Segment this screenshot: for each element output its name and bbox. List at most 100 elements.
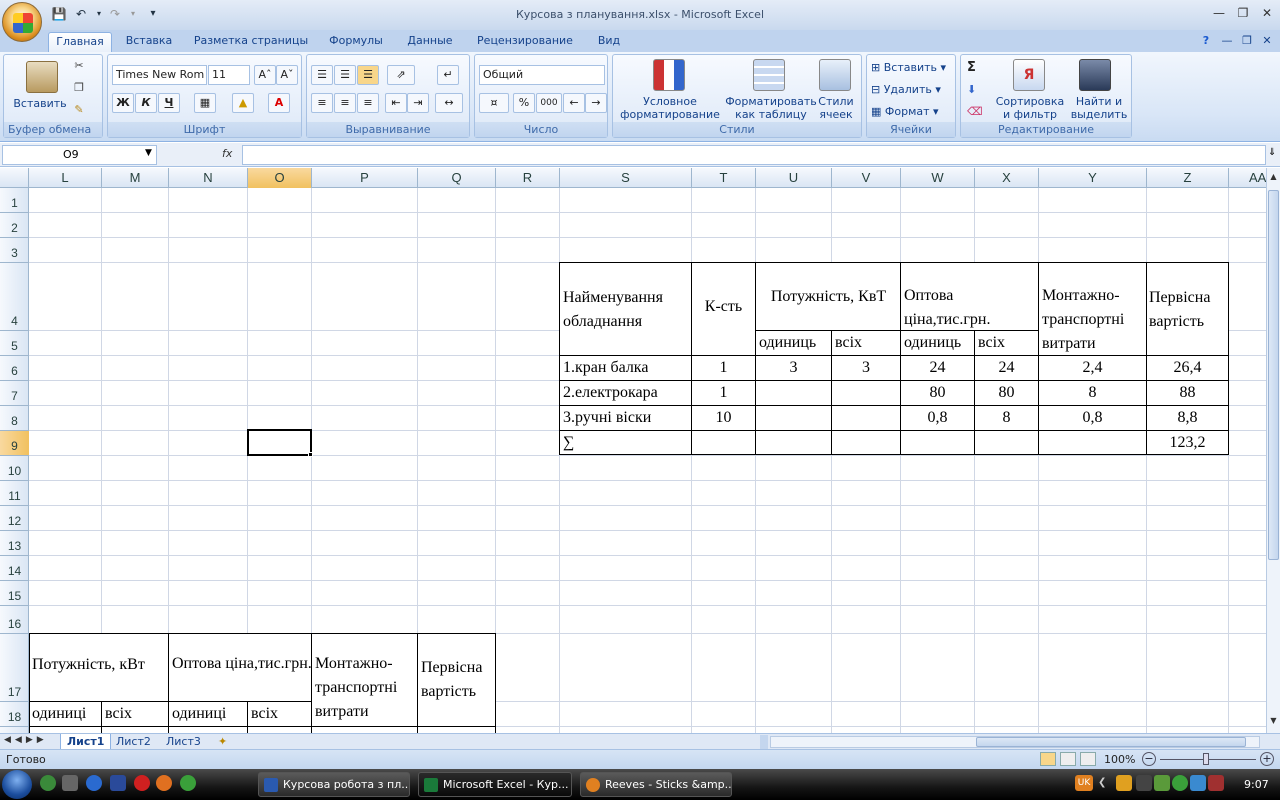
table-cell[interactable]: 8	[975, 409, 1038, 427]
vertical-scroll-thumb[interactable]	[1268, 190, 1279, 560]
format-painter-icon[interactable]: ✎	[68, 103, 90, 116]
table-total-value[interactable]: 123,2	[1147, 434, 1228, 452]
currency-icon[interactable]: ¤	[479, 93, 509, 113]
column-header[interactable]: N	[169, 168, 248, 188]
table-cell[interactable]: 10	[692, 409, 755, 427]
column-header[interactable]: W	[901, 168, 975, 188]
table-cell[interactable]: 2.електрокара	[563, 384, 658, 402]
tab-split-handle[interactable]	[760, 735, 768, 749]
formula-input[interactable]	[242, 145, 1266, 165]
quicklaunch-opera-icon[interactable]	[134, 775, 150, 791]
column-header[interactable]: V	[832, 168, 901, 188]
shrink-font-icon[interactable]: Aˇ	[276, 65, 298, 85]
row-header[interactable]: 1	[0, 188, 29, 213]
table-cell[interactable]: 0,8	[901, 409, 974, 427]
tab-review[interactable]: Рецензирование	[470, 32, 580, 52]
merge-center-icon[interactable]: ↔	[435, 93, 463, 113]
table-cell[interactable]: 8	[1039, 384, 1146, 402]
grow-font-icon[interactable]: Aˆ	[254, 65, 276, 85]
page-layout-view-icon[interactable]	[1060, 752, 1076, 766]
insert-sheet-icon[interactable]: ✦	[212, 734, 233, 750]
redo-dropdown-icon[interactable]: ▾	[124, 5, 142, 23]
quicklaunch-icq-icon[interactable]	[180, 775, 196, 791]
wrap-text-icon[interactable]: ↵	[437, 65, 459, 85]
horizontal-scrollbar[interactable]	[770, 736, 1260, 748]
column-header[interactable]: T	[692, 168, 756, 188]
table-cell[interactable]: 0,8	[1039, 409, 1146, 427]
align-middle-icon[interactable]: ☰	[334, 65, 356, 85]
row-header[interactable]: 12	[0, 506, 29, 531]
font-name-combo[interactable]: Times New Rom	[112, 65, 207, 85]
table-cell[interactable]: 3	[832, 359, 900, 377]
tray-app-icon[interactable]	[1190, 775, 1206, 791]
close-icon[interactable]: ✕	[1256, 6, 1278, 22]
start-button[interactable]	[2, 770, 32, 799]
vertical-scrollbar[interactable]: ▲ ▼	[1266, 168, 1280, 733]
row-header[interactable]: 13	[0, 531, 29, 556]
office-button[interactable]	[2, 2, 42, 42]
tab-formulas[interactable]: Формулы	[322, 32, 390, 52]
table-cell[interactable]: 80	[975, 384, 1038, 402]
sheet-nav-icon[interactable]: ◀◀▶▶	[4, 735, 48, 745]
row-header[interactable]: 9	[0, 431, 29, 456]
tab-home[interactable]: Главная	[48, 32, 112, 52]
tray-volume-icon[interactable]	[1208, 775, 1224, 791]
sheet-tab-2[interactable]: Лист2	[110, 734, 157, 750]
borders-icon[interactable]: ▦	[194, 93, 216, 113]
table-cell[interactable]: 8,8	[1147, 409, 1228, 427]
zoom-slider-thumb[interactable]	[1203, 753, 1209, 765]
page-break-view-icon[interactable]	[1080, 752, 1096, 766]
row-header[interactable]: 16	[0, 606, 29, 634]
row-header[interactable]: 17	[0, 634, 29, 702]
row-header[interactable]: 5	[0, 331, 29, 356]
italic-button[interactable]: К	[135, 93, 157, 113]
underline-button[interactable]: Ч	[158, 93, 180, 113]
tray-player-icon[interactable]	[1116, 775, 1132, 791]
quicklaunch-media-icon[interactable]	[110, 775, 126, 791]
quicklaunch-desktop-icon[interactable]	[62, 775, 78, 791]
column-header[interactable]: Y	[1039, 168, 1147, 188]
row-header[interactable]: 3	[0, 238, 29, 263]
tab-data[interactable]: Данные	[400, 32, 460, 52]
table-cell[interactable]: 2,4	[1039, 359, 1146, 377]
zoom-level[interactable]: 100%	[1104, 753, 1135, 766]
save-icon[interactable]: 💾	[50, 5, 68, 23]
sheet-tab-1[interactable]: Лист1	[60, 734, 112, 750]
tab-page-layout[interactable]: Разметка страницы	[190, 32, 312, 52]
tray-icq-icon[interactable]	[1172, 775, 1188, 791]
column-header[interactable]: S	[560, 168, 692, 188]
table-cell[interactable]: 3	[756, 359, 831, 377]
restore-icon[interactable]: ❐	[1232, 6, 1254, 22]
taskbar-item-word[interactable]: Курсова робота з пл...	[258, 772, 410, 797]
column-header[interactable]: O	[248, 168, 312, 188]
expand-formula-icon[interactable]: ⇓	[1268, 147, 1276, 158]
fill-handle[interactable]	[308, 452, 313, 457]
align-bottom-icon[interactable]: ☰	[357, 65, 379, 85]
row-header[interactable]: 6	[0, 356, 29, 381]
customize-toolbar-icon[interactable]: ▾	[144, 5, 162, 23]
normal-view-icon[interactable]	[1040, 752, 1056, 766]
align-center-icon[interactable]: ≡	[334, 93, 356, 113]
zoom-out-icon[interactable]: −	[1142, 752, 1156, 766]
column-header[interactable]: R	[496, 168, 560, 188]
row-header[interactable]: 18	[0, 702, 29, 727]
worksheet-grid[interactable]: Найменування обладнання К-сть Потужність…	[29, 188, 1268, 733]
decrease-decimal-icon[interactable]: →	[585, 93, 607, 113]
row-header[interactable]: 4	[0, 263, 29, 331]
paste-button[interactable]: Вставить	[10, 97, 70, 110]
row-header[interactable]: 15	[0, 581, 29, 606]
column-header[interactable]: AA	[1229, 168, 1268, 188]
row-header[interactable]: 8	[0, 406, 29, 431]
column-header[interactable]: U	[756, 168, 832, 188]
table-cell[interactable]: 24	[975, 359, 1038, 377]
row-header[interactable]: 2	[0, 213, 29, 238]
sort-filter-button[interactable]: Сортировка и фильтр	[991, 95, 1069, 121]
sheet-tab-3[interactable]: Лист3	[160, 734, 207, 750]
bold-button[interactable]: Ж	[112, 93, 134, 113]
row-header[interactable]: 11	[0, 481, 29, 506]
cell-styles-button[interactable]: Стили ячеек	[813, 95, 859, 121]
language-indicator[interactable]: UK	[1075, 775, 1093, 791]
table-cell[interactable]: 24	[901, 359, 974, 377]
column-header[interactable]: L	[29, 168, 102, 188]
quicklaunch-browser-icon[interactable]	[40, 775, 56, 791]
